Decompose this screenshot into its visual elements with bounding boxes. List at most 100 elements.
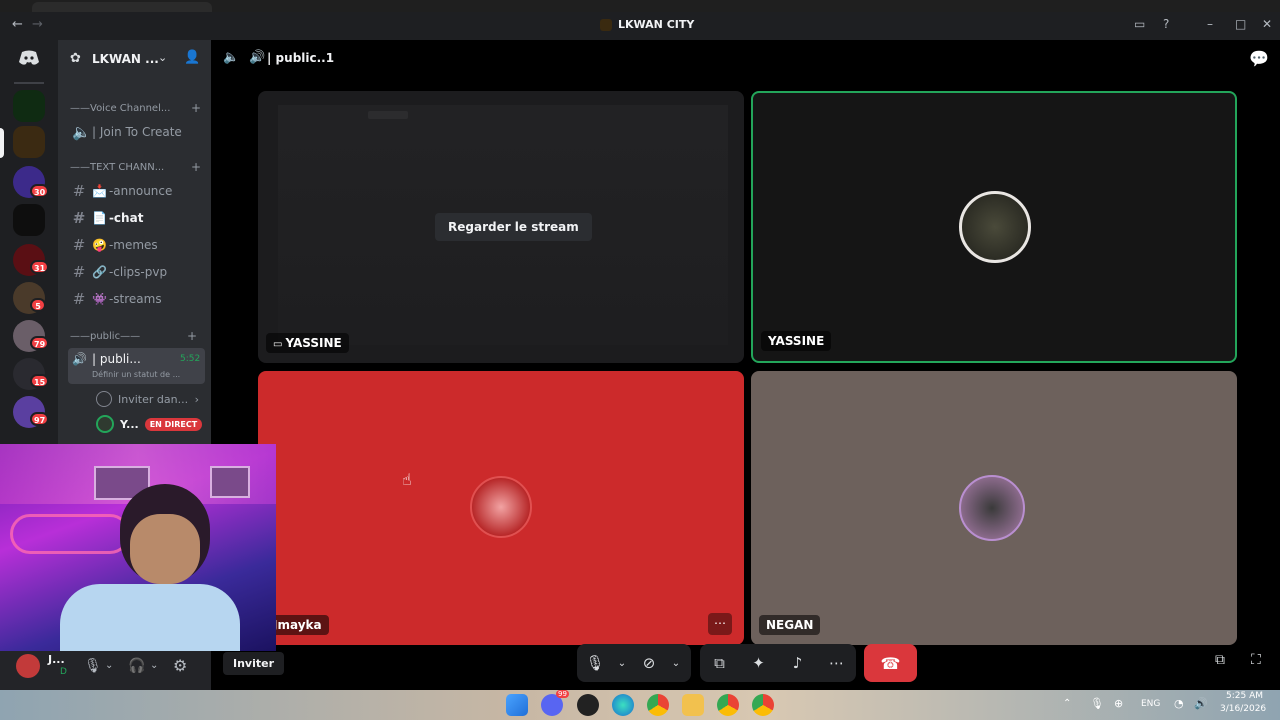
channel-clips-pvp[interactable]: # 🔗 -clips-pvp	[68, 260, 205, 284]
obs-icon[interactable]	[577, 694, 599, 716]
activity-controls: ⧉ ✦ ♪ ⋯	[700, 644, 856, 682]
help-icon[interactable]: ?	[1163, 17, 1169, 31]
server-lkwan-icon[interactable]	[13, 126, 45, 158]
fullscreen-icon[interactable]: ⛶	[1251, 652, 1261, 668]
back-arrow-icon[interactable]: ←	[12, 17, 23, 32]
server-badge: 5	[30, 298, 46, 312]
user-status: D	[60, 667, 67, 677]
add-friend-icon[interactable]: 👤	[184, 50, 200, 65]
username: J...	[48, 653, 65, 666]
chevron-up-icon[interactable]: ⌃	[1063, 698, 1071, 709]
tile-label: ▭ YASSINE	[266, 333, 349, 353]
invite-button[interactable]: Inviter	[223, 652, 285, 675]
channel-memes[interactable]: # 🤪 -memes	[68, 233, 205, 257]
inbox-icon[interactable]: ▭	[1134, 17, 1145, 31]
category-text[interactable]: ——TEXT CHANN...	[70, 162, 164, 173]
network-tray-icon[interactable]: ⊕	[1114, 697, 1123, 710]
channel-label: | publi...	[92, 352, 141, 366]
server-kick-icon[interactable]	[13, 204, 45, 236]
activities-icon[interactable]: ✦	[739, 644, 778, 682]
server-mini-icon	[600, 18, 612, 31]
wall-frame	[210, 466, 250, 498]
chevron-down-icon[interactable]: ⌄	[613, 644, 631, 682]
microphone-icon[interactable]: 🎙	[84, 658, 102, 674]
rail-divider	[14, 82, 44, 84]
chrome-icon[interactable]	[647, 694, 669, 716]
microphone-tray-icon[interactable]: 🎙	[1090, 697, 1104, 710]
voice-member-yassine[interactable]: Y... EN DIRECT	[92, 412, 205, 436]
phone-hangup-icon: ☎	[880, 653, 901, 673]
input-language[interactable]: ENG	[1141, 699, 1160, 709]
browser-tab[interactable]	[32, 2, 212, 12]
popout-icon[interactable]: ⧉	[1215, 652, 1225, 668]
server-badge: 30	[30, 184, 50, 198]
add-channel-icon[interactable]: +	[191, 160, 201, 174]
server-kvb-icon[interactable]	[13, 90, 45, 122]
person-face	[130, 514, 200, 584]
voice-status[interactable]: Définir un statut de ...	[92, 370, 180, 379]
add-channel-icon[interactable]: +	[187, 329, 197, 343]
disconnect-button[interactable]: ☎	[864, 644, 917, 682]
invite-to-voice[interactable]: Inviter dan... ›	[92, 387, 205, 411]
maximize-icon[interactable]: □	[1235, 17, 1246, 31]
category-voice[interactable]: ——Voice Channel...	[70, 103, 170, 114]
channel-emoji: 🔗	[92, 265, 107, 279]
chat-bubble-icon[interactable]: 💬	[1249, 49, 1269, 68]
more-icon[interactable]: ⋯	[817, 644, 856, 682]
clock-date[interactable]: 3/16/2026	[1220, 704, 1266, 714]
channel-emoji: 📩	[92, 184, 107, 198]
channel-announce[interactable]: # 📩 -announce	[68, 179, 205, 203]
add-channel-icon[interactable]: +	[191, 101, 201, 115]
chevron-down-icon[interactable]: ⌄	[667, 644, 685, 682]
forward-arrow-icon[interactable]: →	[32, 17, 43, 32]
headphones-icon[interactable]: 🎧	[128, 658, 145, 674]
channel-emoji: 🤪	[92, 238, 107, 252]
close-icon[interactable]: ✕	[1262, 17, 1272, 31]
hash-icon: #	[72, 209, 86, 227]
volume-icon[interactable]: 🔊	[1194, 697, 1208, 710]
channel-chat[interactable]: # 📄 -chat	[68, 206, 205, 230]
minimize-icon[interactable]: –	[1207, 17, 1213, 31]
watch-stream-button[interactable]: Regarder le stream	[435, 213, 592, 241]
soundboard-icon[interactable]: ♪	[778, 644, 817, 682]
title-bar: ← → LKWAN CITY ▭ ? – □ ✕	[0, 12, 1280, 40]
stream-tile[interactable]: Regarder le stream ▭ YASSINE	[258, 91, 744, 363]
chevron-down-icon[interactable]: ⌄	[158, 51, 167, 64]
settings-gear-icon[interactable]: ⚙	[173, 656, 187, 675]
server-header[interactable]: ✿ LKWAN ... ⌄ 👤	[58, 40, 211, 78]
channel-label: -memes	[108, 238, 158, 252]
neon-light	[10, 514, 130, 554]
mouse-cursor-icon: ☝	[402, 470, 412, 489]
edge-icon[interactable]	[612, 694, 634, 716]
member-name: Y...	[120, 417, 139, 431]
more-options-icon[interactable]: ⋯	[708, 613, 732, 635]
channel-join-to-create[interactable]: 🔈 | Join To Create	[68, 120, 205, 144]
screen-share-icon[interactable]: ⧉	[700, 644, 739, 682]
camera-off-icon[interactable]: ⊘	[631, 644, 667, 682]
file-explorer-icon[interactable]	[682, 694, 704, 716]
clock-time[interactable]: 5:25 AM	[1226, 691, 1263, 701]
selected-server-pill	[0, 128, 4, 158]
channel-streams[interactable]: # 👾 -streams	[68, 287, 205, 311]
speaker-icon: 🔈	[223, 50, 240, 65]
os-taskbar: 99 ⌃ 🎙 ⊕ ENG ◔ 🔊 5:25 AM 3/16/2026	[0, 690, 1280, 720]
participant-tile-negan[interactable]: NEGAN	[751, 371, 1237, 645]
avatar[interactable]	[16, 654, 40, 678]
chevron-down-icon[interactable]: ⌄	[150, 660, 158, 671]
chrome-icon[interactable]	[717, 694, 739, 716]
participant-tile-jmayka[interactable]: Jmayka ⋯	[258, 371, 744, 645]
category-public[interactable]: ——public——	[70, 331, 140, 342]
channel-public-voice[interactable]: 🔊 | publi... 5:52 Définir un statut de .…	[68, 348, 205, 384]
wifi-icon[interactable]: ◔	[1174, 697, 1184, 710]
chevron-down-icon[interactable]: ⌄	[105, 660, 113, 671]
channel-label: -announce	[108, 184, 173, 198]
speaker-icon: 🔈	[72, 123, 91, 141]
participant-tile-yassine[interactable]: YASSINE	[751, 91, 1237, 363]
microphone-icon[interactable]: 🎙	[577, 644, 613, 682]
chrome-icon[interactable]	[752, 694, 774, 716]
avatar	[470, 476, 532, 538]
windows-start-icon[interactable]	[506, 694, 528, 716]
hash-icon: #	[72, 182, 86, 200]
discord-home-icon[interactable]	[13, 46, 45, 70]
participant-name: YASSINE	[285, 336, 342, 350]
